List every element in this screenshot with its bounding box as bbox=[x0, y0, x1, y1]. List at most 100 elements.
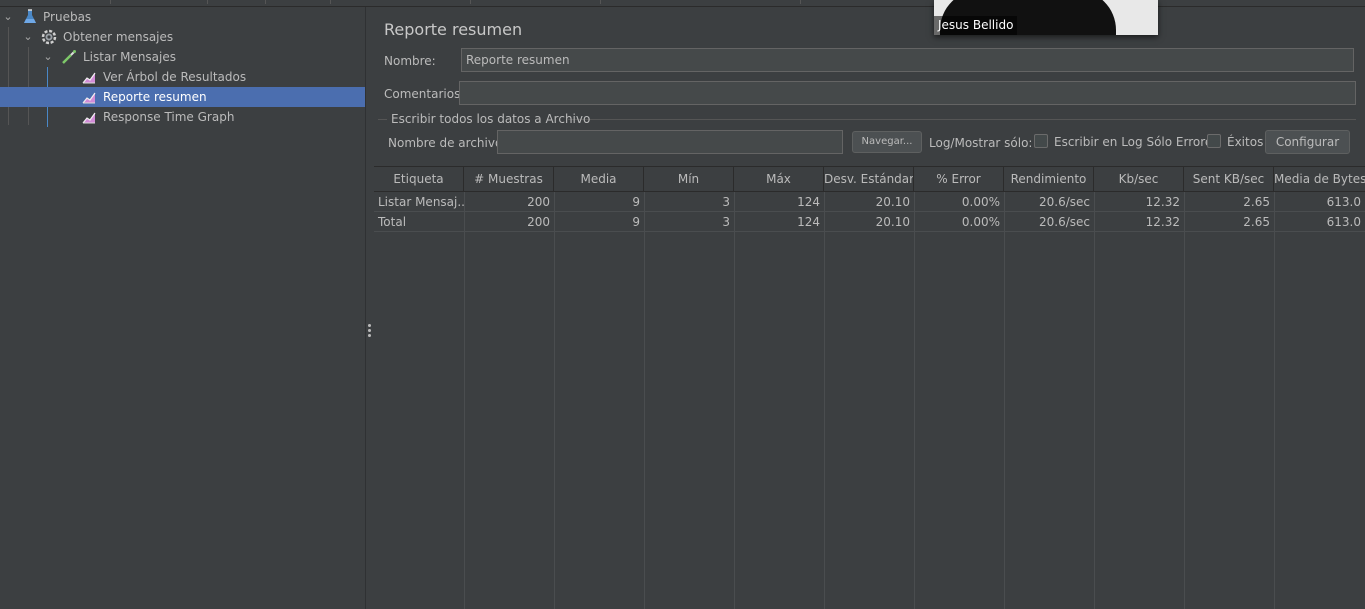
top-strip-tick bbox=[600, 0, 601, 4]
table-header: Etiqueta # Muestras Media Mín Máx Desv. … bbox=[374, 166, 1365, 192]
name-field[interactable] bbox=[461, 48, 1354, 72]
table-cell: 20.6/sec bbox=[1039, 215, 1090, 229]
chevron-down-icon[interactable]: ⌄ bbox=[42, 51, 54, 63]
column-header[interactable]: Desv. Estándar bbox=[824, 167, 914, 192]
errors-only-label: Escribir en Log Sólo Errores bbox=[1054, 135, 1219, 149]
column-header[interactable]: % Error bbox=[914, 167, 1004, 192]
errors-only-checkbox[interactable] bbox=[1034, 134, 1048, 148]
name-label: Nombre: bbox=[384, 54, 436, 68]
tree-item-response-time-graph[interactable]: Response Time Graph bbox=[0, 107, 365, 127]
success-checkbox[interactable] bbox=[1207, 134, 1221, 148]
tree-item-ver-arbol[interactable]: Ver Árbol de Resultados bbox=[0, 67, 365, 87]
tree-item-label: Ver Árbol de Resultados bbox=[103, 70, 247, 84]
column-divider bbox=[914, 192, 915, 609]
table-cell: 0.00% bbox=[961, 215, 1000, 229]
browse-button[interactable]: Navegar... bbox=[852, 131, 922, 153]
drag-grip-icon[interactable] bbox=[368, 334, 371, 337]
participant-name: Jesus Bellido bbox=[934, 16, 1018, 35]
results-table: Etiqueta # Muestras Media Mín Máx Desv. … bbox=[374, 166, 1365, 609]
column-divider bbox=[464, 192, 465, 609]
tree-item-reporte-resumen[interactable]: Reporte resumen bbox=[0, 87, 365, 107]
table-cell: 9 bbox=[632, 215, 640, 229]
column-divider bbox=[1004, 192, 1005, 609]
split-pane-divider[interactable] bbox=[365, 7, 374, 609]
column-header[interactable]: Sent KB/sec bbox=[1184, 167, 1274, 192]
column-header[interactable]: # Muestras bbox=[464, 167, 554, 192]
table-cell: 2.65 bbox=[1243, 195, 1270, 209]
tree-item-obtener-mensajes[interactable]: ⌄ Obtener mensajes bbox=[0, 27, 365, 47]
table-cell: 124 bbox=[797, 215, 820, 229]
configure-button[interactable]: Configurar bbox=[1265, 130, 1350, 154]
column-divider bbox=[1094, 192, 1095, 609]
column-divider bbox=[824, 192, 825, 609]
table-cell: 20.10 bbox=[875, 195, 910, 209]
table-cell: 20.10 bbox=[875, 215, 910, 229]
top-strip-tick bbox=[470, 0, 471, 4]
drag-grip-icon[interactable] bbox=[368, 324, 371, 327]
top-strip-tick bbox=[800, 0, 801, 4]
column-header[interactable]: Media bbox=[554, 167, 644, 192]
column-header[interactable]: Etiqueta bbox=[374, 167, 464, 192]
column-header[interactable]: Mín bbox=[644, 167, 734, 192]
video-call-overlay[interactable]: Jesus Bellido bbox=[934, 0, 1158, 35]
success-label: Éxitos bbox=[1227, 135, 1264, 149]
tree-item-pruebas[interactable]: ⌄ Pruebas bbox=[0, 7, 365, 27]
column-header[interactable]: Rendimiento bbox=[1004, 167, 1094, 192]
tree-item-label: Listar Mensajes bbox=[83, 50, 176, 64]
table-cell: 124 bbox=[797, 195, 820, 209]
tree-item-label: Obtener mensajes bbox=[63, 30, 174, 44]
table-cell: 200 bbox=[527, 215, 550, 229]
tree-item-label: Pruebas bbox=[43, 10, 92, 24]
top-strip-tick bbox=[330, 0, 331, 4]
flask-icon bbox=[22, 9, 38, 25]
column-header[interactable]: Kb/sec bbox=[1094, 167, 1184, 192]
drag-grip-icon[interactable] bbox=[368, 329, 371, 332]
tree-item-label: Reporte resumen bbox=[103, 90, 207, 104]
table-cell: 20.6/sec bbox=[1039, 195, 1090, 209]
table-cell-label: Total bbox=[378, 215, 407, 229]
column-divider bbox=[644, 192, 645, 609]
table-row[interactable]: Total 200 9 3 124 20.10 0.00% 20.6/sec 1… bbox=[374, 212, 1365, 232]
column-header[interactable]: Máx bbox=[734, 167, 824, 192]
write-to-file-group-label: Escribir todos los datos a Archivo bbox=[391, 112, 591, 126]
top-strip-tick bbox=[265, 0, 266, 4]
test-plan-tree: ⌄ Pruebas ⌄ Obtener mensajes ⌄ Listar Me… bbox=[0, 7, 365, 609]
gear-icon bbox=[41, 29, 57, 45]
column-divider bbox=[1274, 192, 1275, 609]
table-row[interactable]: Listar Mensaj... 200 9 3 124 20.10 0.00%… bbox=[374, 192, 1365, 212]
top-strip-tick bbox=[207, 0, 208, 4]
table-cell: 12.32 bbox=[1145, 215, 1180, 229]
page-title: Reporte resumen bbox=[384, 20, 523, 39]
table-cell: 613.0 bbox=[1326, 215, 1361, 229]
log-display-only-label: Log/Mostrar sólo: bbox=[929, 136, 1033, 150]
table-cell: 12.32 bbox=[1145, 195, 1180, 209]
chevron-down-icon[interactable]: ⌄ bbox=[22, 31, 34, 43]
filename-field[interactable] bbox=[497, 130, 843, 154]
top-strip-tick bbox=[110, 0, 111, 4]
comments-label: Comentarios bbox=[384, 87, 461, 101]
table-cell: 2.65 bbox=[1243, 215, 1270, 229]
table-cell: 3 bbox=[722, 195, 730, 209]
table-cell: 200 bbox=[527, 195, 550, 209]
filename-label: Nombre de archivo bbox=[388, 136, 503, 150]
group-border bbox=[568, 119, 1356, 120]
tree-item-label: Response Time Graph bbox=[103, 110, 235, 124]
column-header[interactable]: Media de Bytes bbox=[1274, 167, 1365, 192]
graph-icon bbox=[81, 89, 97, 105]
column-divider bbox=[554, 192, 555, 609]
chevron-down-icon[interactable]: ⌄ bbox=[2, 11, 14, 23]
table-cell: 613.0 bbox=[1326, 195, 1361, 209]
table-cell-label: Listar Mensaj... bbox=[378, 195, 464, 209]
graph-icon bbox=[81, 109, 97, 125]
top-strip bbox=[0, 0, 1365, 7]
column-divider bbox=[734, 192, 735, 609]
column-divider bbox=[1184, 192, 1185, 609]
comments-field[interactable] bbox=[459, 81, 1356, 105]
graph-icon bbox=[81, 69, 97, 85]
group-border bbox=[378, 119, 387, 120]
pipette-icon bbox=[61, 49, 77, 65]
table-cell: 9 bbox=[632, 195, 640, 209]
tree-item-listar-mensajes[interactable]: ⌄ Listar Mensajes bbox=[0, 47, 365, 67]
table-cell: 0.00% bbox=[961, 195, 1000, 209]
table-cell: 3 bbox=[722, 215, 730, 229]
